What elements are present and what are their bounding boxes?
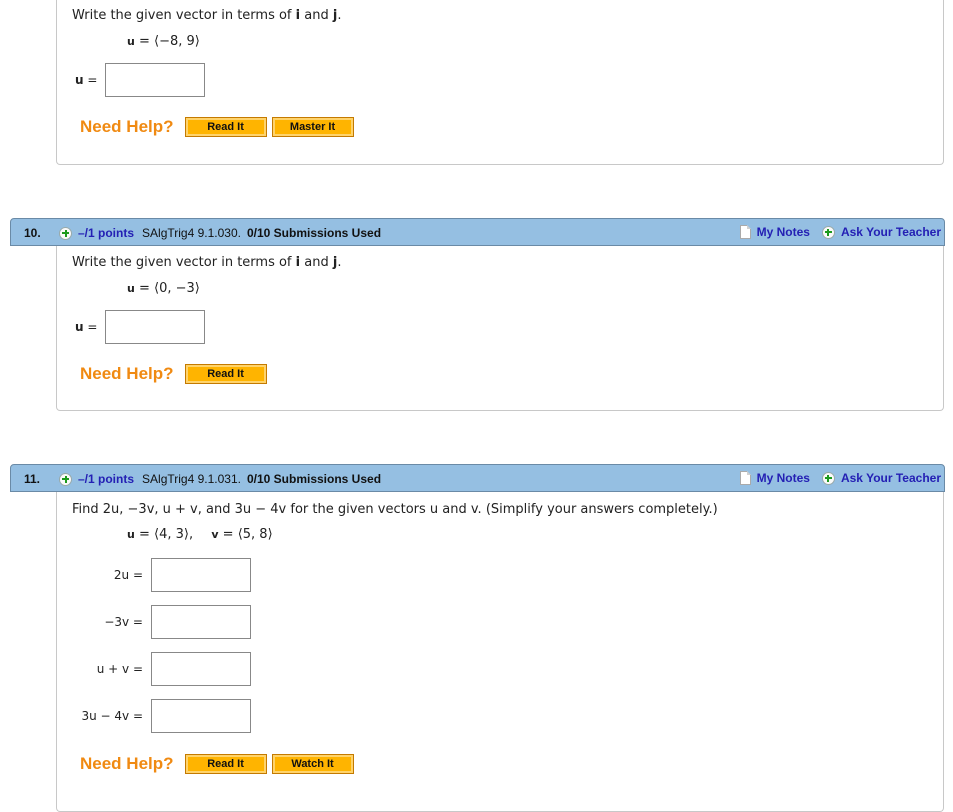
ask-your-teacher-link[interactable]: Ask Your Teacher: [841, 225, 941, 239]
need-help-row: Need Help? Read It Master It: [80, 117, 359, 137]
answer-label: u + v =: [96, 662, 143, 676]
note-icon: [739, 471, 751, 485]
question-prompt: Find 2u, −3v, u + v, and 3u − 4v for the…: [72, 502, 718, 517]
points-link[interactable]: –/1 points: [78, 472, 134, 486]
question-number: 10.: [24, 226, 41, 240]
need-help-label: Need Help?: [80, 754, 174, 773]
read-it-button[interactable]: Read It: [184, 364, 267, 384]
question-11-header: 11. –/1 points SAlgTrig4 9.1.031. 0/10 S…: [10, 464, 945, 492]
answer-label: 2u =: [113, 568, 143, 582]
answer-label: u =: [75, 73, 98, 87]
answer-row: u =: [75, 310, 206, 344]
question-prompt: Write the given vector in terms of i and…: [72, 255, 342, 270]
question-10-panel: Write the given vector in terms of i and…: [56, 246, 944, 411]
expand-plus-icon[interactable]: [59, 226, 72, 240]
answer-input-u[interactable]: [105, 63, 206, 97]
watch-it-button[interactable]: Watch It: [271, 754, 354, 774]
read-it-button[interactable]: Read It: [184, 754, 267, 774]
points-link[interactable]: –/1 points: [78, 226, 134, 240]
answer-label: −3v =: [104, 615, 143, 629]
answer-row-u-plus-v: u + v =: [57, 652, 251, 686]
expand-plus-icon[interactable]: [59, 472, 72, 486]
answer-input-u[interactable]: [105, 310, 206, 344]
question-code: SAlgTrig4 9.1.031.: [142, 472, 241, 486]
submissions-used: 0/10 Submissions Used: [246, 226, 382, 240]
my-notes-link[interactable]: My Notes: [757, 471, 810, 485]
answer-input-2u[interactable]: [151, 558, 251, 592]
question-code: SAlgTrig4 9.1.030.: [142, 226, 241, 240]
answer-row-3u-minus-4v: 3u − 4v =: [57, 699, 251, 733]
note-icon: [739, 225, 751, 239]
master-it-button[interactable]: Master It: [271, 117, 354, 137]
need-help-row: Need Help? Read It Watch It: [80, 754, 359, 774]
given-vector: u = ⟨−8, 9⟩: [127, 34, 200, 49]
answer-label: 3u − 4v =: [81, 709, 143, 723]
given-vector: u = ⟨0, −3⟩: [127, 281, 200, 296]
answer-row: u =: [75, 63, 206, 97]
answer-input-u-plus-v[interactable]: [151, 652, 251, 686]
answer-input-neg3v[interactable]: [151, 605, 251, 639]
answer-row-neg3v: −3v =: [57, 605, 251, 639]
my-notes-link[interactable]: My Notes: [757, 225, 810, 239]
question-11-panel: Find 2u, −3v, u + v, and 3u − 4v for the…: [56, 492, 944, 812]
need-help-row: Need Help? Read It: [80, 364, 272, 384]
answer-label: u =: [75, 320, 98, 334]
ask-your-teacher-link[interactable]: Ask Your Teacher: [841, 471, 941, 485]
answer-row-2u: 2u =: [57, 558, 251, 592]
plus-icon: [821, 471, 835, 485]
need-help-label: Need Help?: [80, 117, 174, 136]
question-10-header: 10. –/1 points SAlgTrig4 9.1.030. 0/10 S…: [10, 218, 945, 246]
submissions-used: 0/10 Submissions Used: [246, 472, 382, 486]
question-9-panel: Write the given vector in terms of i and…: [56, 0, 944, 165]
plus-icon: [821, 225, 835, 239]
read-it-button[interactable]: Read It: [184, 117, 267, 137]
need-help-label: Need Help?: [80, 364, 174, 383]
question-prompt: Write the given vector in terms of i and…: [72, 8, 342, 23]
question-number: 11.: [24, 472, 41, 486]
given-vectors: u = ⟨4, 3⟩, v = ⟨5, 8⟩: [127, 527, 273, 542]
answer-input-3u-minus-4v[interactable]: [151, 699, 251, 733]
